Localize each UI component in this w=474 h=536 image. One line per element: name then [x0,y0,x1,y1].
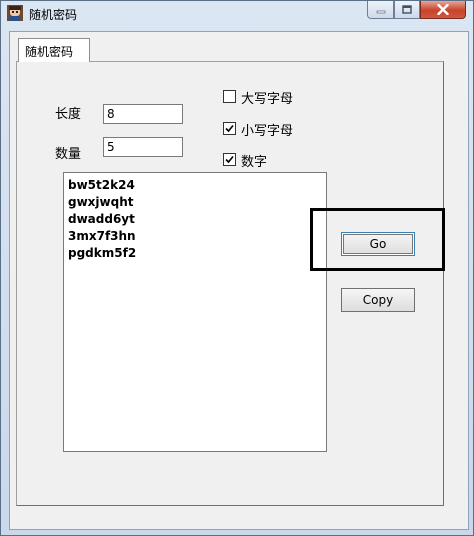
go-button[interactable]: Go [341,232,415,256]
results-listbox[interactable]: bw5t2k24 gwxjwqht dwadd6yt 3mx7f3hn pgdk… [63,172,327,452]
digits-checkbox-label: 数字 [241,155,268,170]
go-button-label: Go [369,237,387,251]
tab-label: 随机密码 [25,45,74,59]
app-avatar-icon [7,5,23,21]
copy-button[interactable]: Copy [341,288,415,312]
tab-random-password[interactable]: 随机密码 [18,38,90,62]
minimize-icon [376,10,385,13]
length-input[interactable] [103,104,183,124]
list-item[interactable]: 3mx7f3hn [68,228,326,245]
uppercase-checkbox[interactable] [223,90,236,103]
list-item[interactable]: bw5t2k24 [68,177,326,194]
checkmark-icon [225,155,234,164]
close-icon [437,4,449,15]
minimize-button[interactable] [367,1,394,19]
uppercase-checkbox-label: 大写字母 [241,92,294,107]
window-title: 随机密码 [29,8,78,22]
count-input[interactable] [103,137,183,157]
list-item[interactable]: gwxjwqht [68,194,326,211]
lowercase-checkbox-label: 小写字母 [241,124,294,139]
lowercase-checkbox[interactable] [223,122,236,135]
title-bar[interactable]: 随机密码 [1,1,473,27]
length-label: 长度 [55,107,82,122]
list-item[interactable]: pgdkm5f2 [68,245,326,262]
maximize-button[interactable] [394,1,420,19]
checkmark-icon [225,124,234,133]
list-item[interactable]: dwadd6yt [68,211,326,228]
maximize-icon [402,4,412,14]
copy-button-label: Copy [362,293,394,307]
digits-checkbox[interactable] [223,153,236,166]
close-button[interactable] [420,1,466,19]
count-label: 数量 [55,147,82,162]
